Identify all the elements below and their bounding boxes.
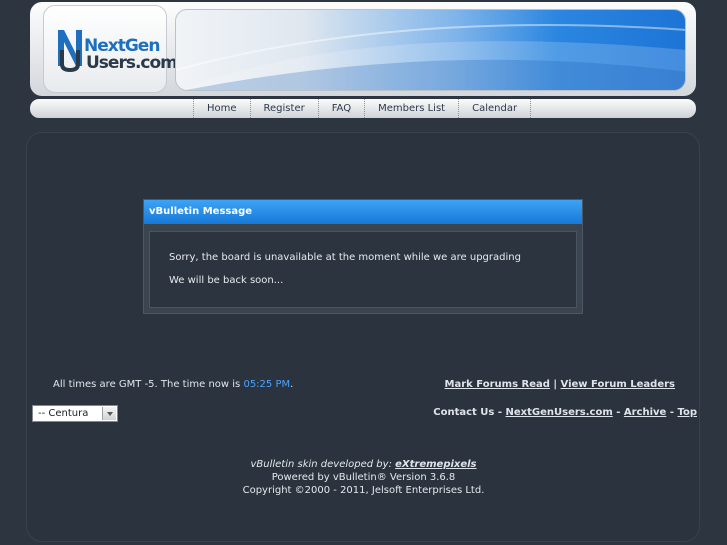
message-box: vBulletin Message Sorry, the board is un… (143, 199, 583, 314)
contact-us-link[interactable]: Contact Us (433, 407, 494, 418)
header-banner (175, 9, 686, 91)
site-home-link[interactable]: NextGenUsers.com (506, 407, 613, 418)
archive-link[interactable]: Archive (624, 407, 666, 418)
nav-item-home[interactable]: Home (193, 99, 250, 118)
timezone-period: . (290, 379, 294, 390)
message-body: Sorry, the board is unavailable at the m… (149, 231, 577, 308)
top-link[interactable]: Top (677, 407, 697, 418)
nav-bar: Home Register FAQ Members List Calendar (30, 99, 696, 118)
timezone-info: All times are GMT -5. The time now is 05… (53, 379, 293, 390)
mark-forums-read-link[interactable]: Mark Forums Read (445, 379, 550, 390)
chevron-down-icon[interactable] (102, 407, 116, 420)
nav-item-members-list[interactable]: Members List (364, 99, 458, 118)
footer-dash-2: - (616, 407, 621, 418)
powered-by: Powered by vBulletin® Version 3.6.8 (271, 472, 456, 483)
footer-dash-3: - (669, 407, 674, 418)
logo-mark-icon (58, 30, 82, 72)
timezone-text: All times are GMT -5. The time now is (53, 379, 241, 390)
skin-author-link[interactable]: eXtremepixels (395, 459, 476, 470)
site-logo[interactable]: NextGen Users.com (43, 5, 178, 93)
message-title: vBulletin Message (144, 200, 582, 224)
skin-credit: vBulletin skin developed by: eXtremepixe… (0, 458, 727, 471)
nav-item-faq[interactable]: FAQ (317, 99, 364, 118)
current-time: 05:25 PM (243, 379, 291, 390)
site-header: NextGen Users.com (30, 2, 696, 96)
style-chooser-select[interactable]: -- Centura (32, 405, 118, 422)
message-line-back-soon: We will be back soon... (169, 275, 284, 286)
forum-action-links: Mark Forums Read | View Forum Leaders (445, 379, 675, 390)
skin-credit-text: vBulletin skin developed by: (250, 459, 392, 470)
copyright: Copyright ©2000 - 2011, Jelsoft Enterpri… (242, 485, 485, 496)
banner-swoosh-graphic (176, 24, 685, 90)
footer-dash-1: - (497, 407, 503, 418)
view-forum-leaders-link[interactable]: View Forum Leaders (561, 379, 675, 390)
nav-item-calendar[interactable]: Calendar (458, 99, 532, 118)
nav-item-register[interactable]: Register (249, 99, 318, 118)
style-chooser-value: -- Centura (38, 408, 89, 419)
link-separator: | (553, 379, 558, 390)
footer-links: Contact Us - NextGenUsers.com - Archive … (433, 407, 697, 418)
nav-items: Home Register FAQ Members List Calendar (193, 99, 532, 118)
message-line-unavailable: Sorry, the board is unavailable at the m… (169, 252, 521, 263)
credits: vBulletin skin developed by: eXtremepixe… (0, 458, 727, 497)
logo-text-bottom: Users.com (86, 53, 178, 73)
